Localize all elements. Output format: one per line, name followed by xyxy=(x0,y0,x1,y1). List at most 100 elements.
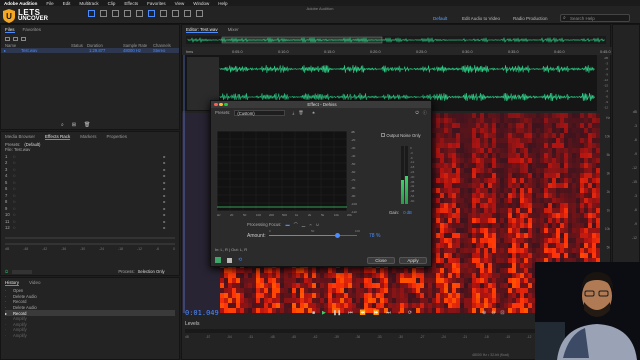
tab-markers[interactable]: Markers xyxy=(80,134,96,140)
spot-heal-icon[interactable] xyxy=(196,10,203,17)
slot-power-icon[interactable]: ◌ xyxy=(13,173,16,178)
record-icon[interactable]: ● xyxy=(398,310,401,316)
gain-value[interactable]: 0 dB xyxy=(403,210,412,215)
go-end-icon[interactable]: ⏭ xyxy=(386,310,391,316)
info-icon[interactable]: ⓘ xyxy=(423,110,427,116)
slot-menu-arrow-icon[interactable]: ▸ xyxy=(164,219,166,224)
search-help-field[interactable]: ⌕ Search Help xyxy=(560,14,630,22)
pitch-view-icon[interactable] xyxy=(112,10,119,17)
file-row[interactable]: ▸ Test.wav 1:29.877 48000 Hz Stereo xyxy=(1,48,179,53)
loop-icon[interactable]: ⟳ xyxy=(408,310,412,316)
menu-file[interactable]: File xyxy=(46,1,53,6)
rewind-icon[interactable]: ⏪ xyxy=(360,310,366,316)
dialog-presets-select[interactable]: (Custom) xyxy=(234,109,285,116)
rack-slot[interactable]: 12 ◌ ▸ xyxy=(5,225,175,232)
slot-menu-arrow-icon[interactable]: ▸ xyxy=(164,206,166,211)
slot-power-icon[interactable]: ◌ xyxy=(13,167,16,172)
focus-edges-icon[interactable]: ∪ xyxy=(316,222,319,227)
tab-effects-rack[interactable]: Effects Rack xyxy=(45,134,71,140)
slot-power-icon[interactable]: ◌ xyxy=(13,180,16,185)
slot-power-icon[interactable]: ◌ xyxy=(13,160,16,165)
menu-help[interactable]: Help xyxy=(218,1,227,6)
time-select-icon[interactable] xyxy=(148,10,155,17)
tab-media-browser[interactable]: Media Browser xyxy=(5,134,35,140)
dialog-power-toggle-icon[interactable] xyxy=(215,257,221,263)
slot-power-icon[interactable]: ◌ xyxy=(13,225,16,230)
menu-view[interactable]: View xyxy=(175,1,185,6)
files-trash-icon[interactable]: 🗑 xyxy=(84,122,90,128)
slot-menu-arrow-icon[interactable]: ▸ xyxy=(164,173,166,178)
amount-value[interactable]: 78 % xyxy=(369,233,380,239)
workspace-radio[interactable]: Radio Production xyxy=(513,16,548,21)
slot-power-icon[interactable]: ◌ xyxy=(13,212,16,217)
process-select[interactable]: Selection Only xyxy=(138,269,165,274)
insert-icon[interactable]: ⊞ xyxy=(72,122,76,128)
close-button[interactable]: Close xyxy=(367,257,395,264)
move-tool-icon[interactable] xyxy=(124,10,131,17)
lasso-icon[interactable] xyxy=(172,10,179,17)
slot-power-icon[interactable]: ◌ xyxy=(13,186,16,191)
dehiss-graph[interactable]: dB-20-30-40-50-60-70-80-90-100-110 Hz 20 5… xyxy=(215,119,385,219)
go-start-icon[interactable]: ⏮ xyxy=(348,310,353,316)
import-icon[interactable] xyxy=(13,37,18,41)
workspace-default[interactable]: Default xyxy=(433,16,447,21)
history-item[interactable]: · Amplify xyxy=(5,333,175,339)
tab-history[interactable]: History xyxy=(5,280,20,286)
slot-power-icon[interactable]: ◌ xyxy=(13,199,16,204)
slot-power-icon[interactable]: ◌ xyxy=(13,206,16,211)
zoom-out-icon[interactable]: ⊖ xyxy=(491,310,495,316)
menu-effects[interactable]: Effects xyxy=(124,1,138,6)
rack-power-icon[interactable]: ⏻ xyxy=(5,269,8,274)
slot-power-icon[interactable]: ◌ xyxy=(13,154,16,159)
amount-slider-track[interactable] xyxy=(269,233,357,238)
focus-high-icon[interactable]: ‿ xyxy=(302,222,305,227)
slot-power-icon[interactable]: ◌ xyxy=(13,193,16,198)
slot-menu-arrow-icon[interactable]: ▸ xyxy=(164,167,166,172)
search-files-icon[interactable]: ⌕ xyxy=(61,122,64,128)
razor-tool-icon[interactable] xyxy=(136,10,143,17)
tab-mixer[interactable]: Mixer xyxy=(228,27,239,33)
zoom-in-icon[interactable]: ⊕ xyxy=(482,310,486,316)
marquee-icon[interactable] xyxy=(160,10,167,17)
focus-mid-icon[interactable]: ⌢ xyxy=(309,222,312,227)
preview-stop-icon[interactable] xyxy=(227,257,232,263)
focus-all-icon[interactable]: ▬ xyxy=(285,222,289,227)
menu-favorites[interactable]: Favorites xyxy=(147,1,166,6)
slot-menu-arrow-icon[interactable]: ▸ xyxy=(164,154,166,159)
tab-properties[interactable]: Properties xyxy=(106,134,127,140)
slot-menu-arrow-icon[interactable]: ▸ xyxy=(164,212,166,217)
waveform-view-icon[interactable] xyxy=(88,10,95,17)
slot-menu-arrow-icon[interactable]: ▸ xyxy=(164,160,166,165)
menu-clip[interactable]: Clip xyxy=(108,1,116,6)
slot-menu-arrow-icon[interactable]: ▸ xyxy=(164,225,166,230)
menu-multitrack[interactable]: Multitrack xyxy=(79,1,98,6)
fast-forward-icon[interactable]: ⏩ xyxy=(373,310,379,316)
trash-icon[interactable]: 🗑 xyxy=(298,110,303,116)
new-file-icon[interactable] xyxy=(21,37,26,41)
stop-icon[interactable]: ■ xyxy=(312,310,315,316)
preview-loop-icon[interactable]: ⟲ xyxy=(238,257,242,263)
slot-menu-arrow-icon[interactable]: ▸ xyxy=(164,186,166,191)
workspace-edit-audio[interactable]: Edit Audio to Video xyxy=(462,16,500,21)
tab-editor[interactable]: Editor: Test.wav xyxy=(186,27,218,33)
zoom-fit-icon[interactable]: ⊡ xyxy=(500,310,504,316)
pause-icon[interactable]: ❚❚ xyxy=(333,310,341,316)
output-noise-checkbox[interactable] xyxy=(381,133,385,137)
save-preset-icon[interactable]: ⤓ xyxy=(293,110,295,115)
amount-slider-thumb[interactable] xyxy=(335,233,341,238)
open-file-icon[interactable] xyxy=(5,37,10,41)
app-menu[interactable]: Adobe Audition xyxy=(4,1,37,6)
power-icon[interactable]: ⏻ xyxy=(415,110,418,115)
slot-menu-arrow-icon[interactable]: ▸ xyxy=(164,193,166,198)
spectral-view-icon[interactable] xyxy=(100,10,107,17)
play-icon[interactable]: ▶ xyxy=(322,310,326,316)
tab-video[interactable]: Video xyxy=(29,280,40,286)
slot-power-icon[interactable]: ◌ xyxy=(13,219,16,224)
slot-menu-arrow-icon[interactable]: ▸ xyxy=(164,199,166,204)
brush-icon[interactable] xyxy=(184,10,191,17)
expand-arrow-icon[interactable]: ▸ xyxy=(4,48,6,53)
menu-edit[interactable]: Edit xyxy=(63,1,71,6)
rack-apply-button[interactable] xyxy=(12,269,33,274)
tab-favorites[interactable]: Favorites xyxy=(23,27,42,33)
apply-button[interactable]: Apply xyxy=(399,257,427,264)
